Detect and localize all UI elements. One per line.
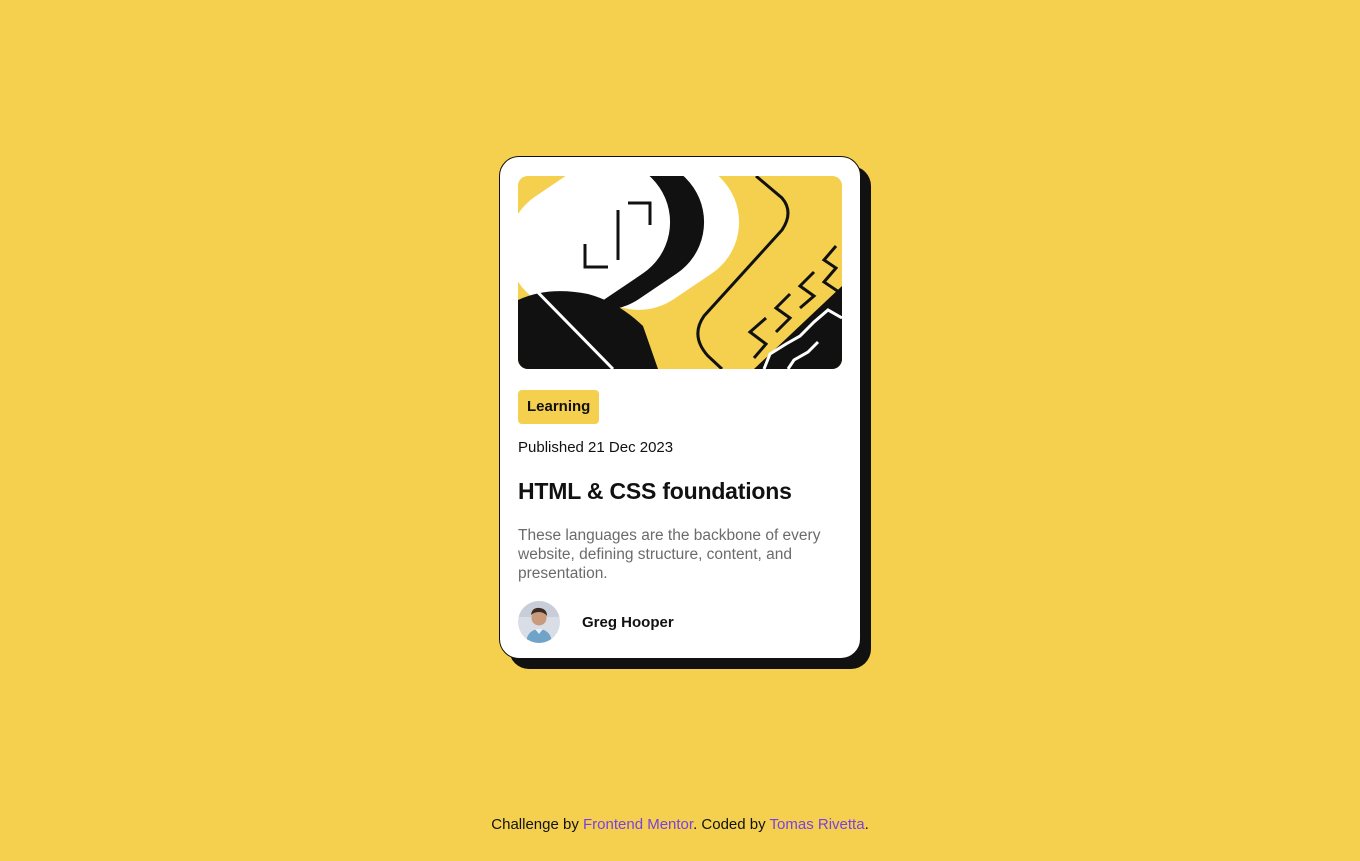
- author-link[interactable]: Tomas Rivetta: [770, 816, 865, 833]
- footer-suffix: .: [864, 816, 869, 833]
- frontend-mentor-link[interactable]: Frontend Mentor: [583, 816, 693, 833]
- article-description: These languages are the backbone of ever…: [518, 527, 821, 582]
- article-illustration: [518, 176, 842, 369]
- category-tag: Learning: [518, 390, 600, 424]
- avatar-icon: [518, 601, 560, 643]
- attribution-footer: Challenge by Frontend Mentor. Coded by T…: [0, 815, 1360, 834]
- article-card: Learning Published 21 Dec 2023 HTML & CS…: [499, 156, 861, 659]
- illustration-article-icon: [518, 176, 842, 369]
- author-name: Greg Hooper: [582, 613, 674, 631]
- author: Greg Hooper: [518, 601, 842, 643]
- avatar: [518, 601, 560, 643]
- published-date: Published 21 Dec 2023: [518, 439, 674, 456]
- footer-middle: . Coded by: [693, 816, 770, 833]
- article-title[interactable]: HTML & CSS foundations: [518, 477, 842, 505]
- footer-prefix: Challenge by: [491, 816, 583, 833]
